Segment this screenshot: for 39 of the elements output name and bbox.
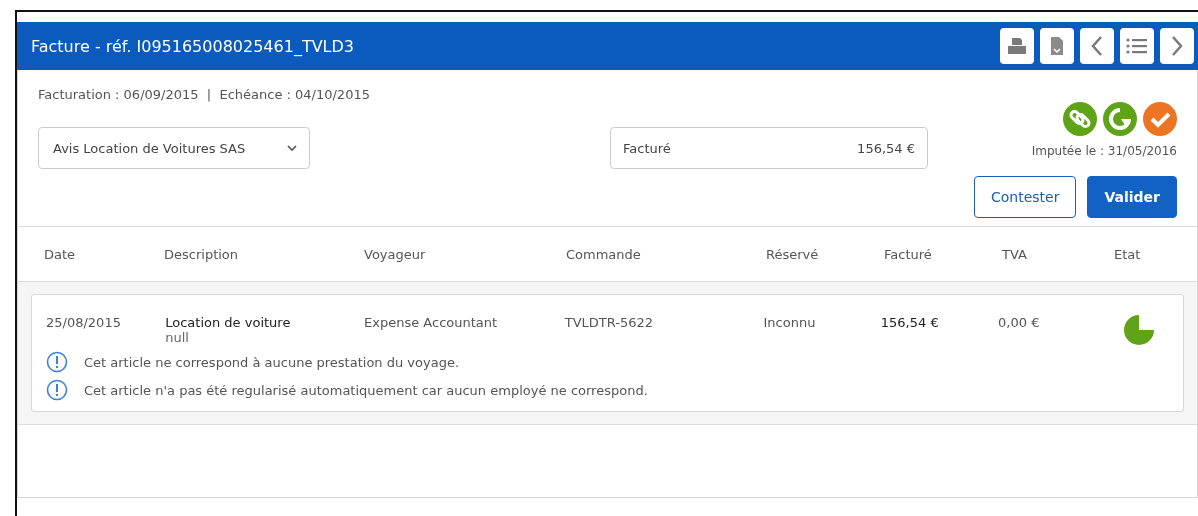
column-header: Etat [1114,246,1142,262]
file-icon [1050,36,1064,56]
table-cell-text: Expense Accountant [364,315,499,330]
warning-icon [46,351,68,373]
caret-icon [287,144,297,152]
warning-message: Cet article n'a pas été regularisé automatiquement car aucun employé ne correspond. [84,382,648,398]
column-header: Facturé [884,246,933,262]
print-button[interactable] [1000,28,1034,64]
column-header: Commande [566,246,642,262]
table-cell: Location de voiture [165,315,291,330]
list-icon [1126,38,1148,54]
table-cell-text: Inconnu [763,315,817,330]
validate-button[interactable]: Valider [1087,176,1177,218]
chevron-left-icon [1091,35,1103,57]
dispute-button[interactable]: Contester [974,176,1077,218]
column-header: Description [164,246,240,262]
column-header: TVA [1002,246,1028,262]
column-header: Réservé [766,246,820,262]
chevron-right-icon [1171,35,1183,57]
warning-icon [46,379,68,401]
table-cell-text: 25/08/2015 [46,315,122,330]
supplier-select[interactable]: Avis Location de Voitures SAS [38,127,310,169]
next-button[interactable] [1160,28,1194,64]
warning-message: Cet article ne correspond à aucune prestation du voyage. [84,354,459,370]
table-cell-text: TVLDTR-5622 [564,315,655,330]
window-title: Facture - réf. I095165008025461_TVLD3 [31,36,355,56]
printer-icon [1007,37,1027,55]
description-subtitle: null [165,330,189,345]
partial-state-icon [1124,315,1155,345]
column-header: Date [44,246,77,262]
invoice-dates: Facturation : 06/09/2015 | Echéance : 04/10/2015 [38,87,370,102]
previous-button[interactable] [1080,28,1114,64]
table-cell-text: 0,00 € [998,315,1041,330]
imputed-date: Imputée le : 31/05/2016 [1031,144,1177,158]
pdf-button[interactable] [1040,28,1074,64]
invoiced-field[interactable]: Facturé 156,54 € [610,127,928,169]
list-button[interactable] [1120,28,1154,64]
table-cell-text: 156,54 € [880,315,940,330]
column-header: Voyageur [364,246,427,262]
